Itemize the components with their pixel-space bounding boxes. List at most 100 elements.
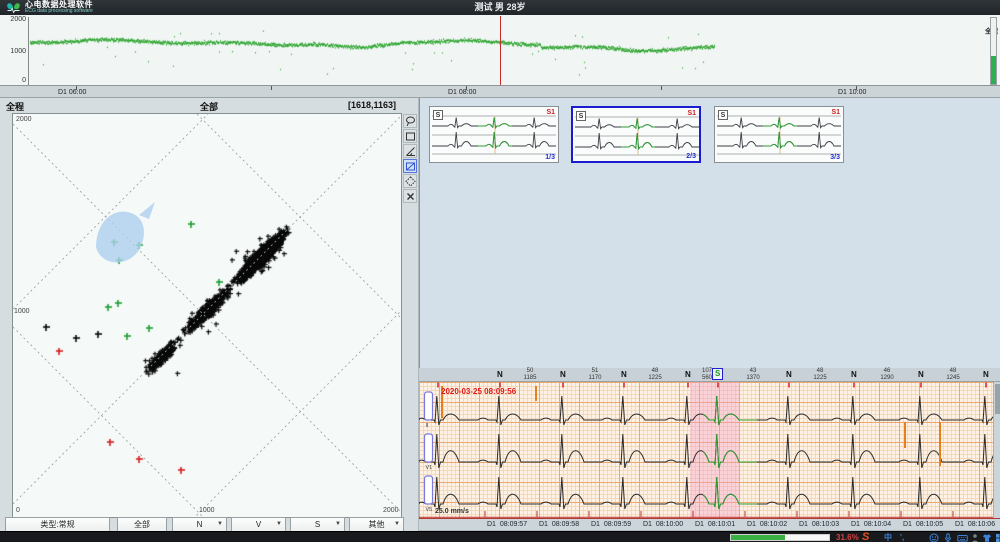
poincare-overlay [13,114,401,517]
beat-type-badge: S [433,110,443,120]
ime-language-icon[interactable]: 中 [882,532,894,542]
heart-rate-value: 43 [738,368,768,375]
rr-interval-value: 1185 [515,375,545,382]
trend-axis-tick [466,86,467,90]
rr-interval-value: 1290 [872,375,902,382]
time-axis-label: D1 08:10:00 [643,521,683,528]
filter-button-label: 类型:常规 [40,519,74,530]
template-card-3[interactable]: S S1 3/3 [714,106,844,163]
beat-label[interactable]: N [685,370,691,379]
ime-brand-icon[interactable]: S [862,531,869,542]
keyboard-icon[interactable] [956,532,968,542]
delete-tool-icon[interactable] [403,189,417,203]
rr-interval-value: 1225 [640,375,670,382]
poincare-cursor-coords: [1618,1163] [348,100,396,110]
trend-scrollbar-thumb[interactable] [991,56,996,84]
time-axis-label: D1 08:09:58 [539,521,579,528]
beat-label[interactable]: N [851,370,857,379]
diamond-select-tool-icon[interactable] [403,174,417,188]
filter-button-3[interactable]: N▼ [172,517,227,532]
poincare-x-label-1000: 1000 [199,507,215,514]
poincare-x-label-0: 0 [16,507,20,514]
filter-button-4[interactable]: V▼ [231,517,286,532]
filter-button-label: V [256,520,261,529]
strip-timestamp: 2020-03-25 08:09:56 [441,387,516,396]
plot-toolbar [403,114,418,204]
ime-punctuation-icon[interactable]: ’, [896,532,908,542]
heart-rate-value: 48 [640,368,670,375]
skin-shirt-icon[interactable] [981,532,993,542]
svg-text:V1: V1 [426,465,433,471]
time-axis-label: D1 08:10:06 [955,521,995,528]
strip-scrollbar[interactable] [993,382,1000,518]
template-waveform [575,114,699,158]
template-box-tool-icon[interactable] [403,159,417,173]
time-axis-label: D1 08:10:02 [747,521,787,528]
strip-time-axis: D1 08:09:57D1 08:09:58D1 08:09:59D1 08:1… [419,518,1000,530]
template-class-label: S1 [546,109,555,116]
beat-label[interactable]: N [983,370,989,379]
trend-y-axis [28,17,29,85]
progress-bar [730,534,830,541]
beat-label[interactable]: N [497,370,503,379]
patient-info: 测试 男 28岁 [0,0,1000,15]
interval-annotation: 511170 [580,368,610,382]
beat-label[interactable]: N [621,370,627,379]
template-class-label: S1 [831,109,840,116]
chevron-down-icon: ▼ [335,517,341,532]
rr-interval-value: 1170 [580,375,610,382]
trend-axis-tick [661,86,662,90]
rr-trend-plot[interactable]: 2000 1000 0 全程 [0,15,1000,86]
template-index-label: 3/3 [830,154,840,161]
beat-label[interactable]: N [786,370,792,379]
angle-measure-tool-icon[interactable] [403,144,417,158]
beat-type-badge: S [576,111,586,121]
trend-axis-tick [856,86,857,90]
rect-select-tool-icon[interactable] [403,129,417,143]
rr-interval-value: 1245 [938,375,968,382]
time-axis-label: D1 08:10:01 [695,521,735,528]
ecg-waveforms: IIV1V5 [419,382,993,518]
poincare-plot[interactable]: 2000 1000 0 1000 2000 [12,113,402,518]
heart-rate-value: 51 [580,368,610,375]
interval-annotation: 481225 [640,368,670,382]
microphone-icon[interactable] [942,532,954,542]
time-axis-label: D1 08:10:05 [903,521,943,528]
trend-axis-tick [76,86,77,90]
beat-label[interactable]: N [918,370,924,379]
rr-interval-value: 1370 [738,375,768,382]
lasso-selection-blob[interactable] [96,202,155,262]
template-waveform [432,113,556,157]
template-card-2[interactable]: S S1 2/3 [571,106,701,163]
filter-button-2[interactable]: 全部 [117,517,167,532]
filter-button-5[interactable]: S▼ [290,517,345,532]
interval-annotation: 481225 [805,368,835,382]
interval-annotation: 461290 [872,368,902,382]
trend-scrollbar[interactable] [990,17,997,85]
interval-annotation: 107560 [692,368,722,382]
ecg-grid[interactable]: IIV1V5 2020-03-25 08:09:56 25.0 mm/s [419,382,993,518]
interval-annotation: 501185 [515,368,545,382]
trend-cursor-line[interactable] [500,16,501,85]
beat-label[interactable]: N [560,370,566,379]
chevron-down-icon: ▼ [394,517,400,532]
trend-x-tick: D1 10:00 [838,89,866,96]
filter-button-label: 全部 [134,519,150,530]
filter-button-6[interactable]: 其他▼ [349,517,404,532]
svg-text:V5: V5 [426,507,433,513]
strip-scrollbar-thumb[interactable] [995,384,1000,414]
grid-menu-icon[interactable] [994,532,1000,542]
emoji-icon[interactable] [928,532,940,542]
time-axis-label: D1 08:10:04 [851,521,891,528]
trend-x-axis: D1 06:00 D1 08:00 D1 10:00 [0,86,1000,97]
progress-percent: 31.6% [836,533,859,542]
chevron-down-icon: ▼ [276,517,282,532]
lasso-tool-icon[interactable] [403,114,417,128]
filter-button-1[interactable]: 类型:常规 [5,517,110,532]
heart-rate-value: 48 [805,368,835,375]
toolbox-person-icon[interactable] [969,532,981,542]
beat-annotation-header: NNNNSNNNN5011855111704812251075604313704… [419,368,1000,382]
app-window: 心电数据处理软件 ECG data processing software 测试… [0,0,1000,542]
time-axis-label: D1 08:09:59 [591,521,631,528]
template-card-1[interactable]: S S1 1/3 [429,106,559,163]
